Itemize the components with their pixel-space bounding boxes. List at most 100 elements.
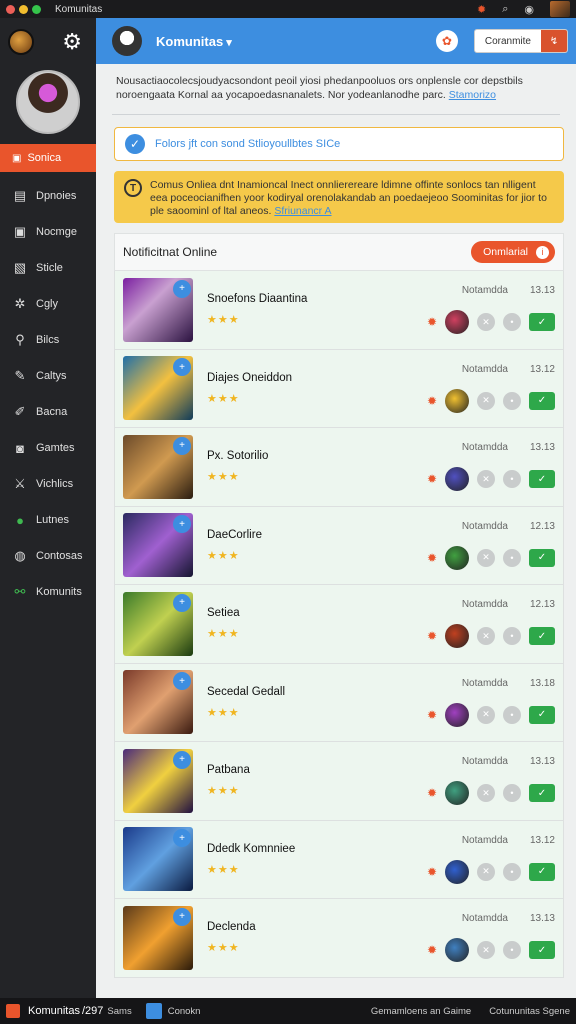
game-name[interactable]: Ddedk Komnniee <box>207 843 427 855</box>
taskbar-status-2[interactable]: Cotununitas Sgene <box>489 1006 570 1017</box>
gear-icon[interactable]: ⚙ <box>62 29 82 55</box>
more-button[interactable]: • <box>503 941 521 960</box>
mute-button[interactable]: ✕ <box>477 391 495 410</box>
player-avatar[interactable] <box>445 388 469 413</box>
maximize-window-button[interactable] <box>32 4 41 14</box>
minimize-window-button[interactable] <box>19 4 28 14</box>
close-window-button[interactable] <box>6 4 15 14</box>
game-name[interactable]: Px. Sotorilio <box>207 450 427 462</box>
sidebar-item-6[interactable]: ✎ Caltys <box>0 358 96 394</box>
game-thumbnail[interactable]: + <box>123 670 193 735</box>
notification-icon[interactable]: ✿ <box>435 30 458 52</box>
sidebar-item-11[interactable]: ◍ Contosas <box>0 538 96 574</box>
online-button[interactable]: Onmlarial i <box>471 241 555 263</box>
game-row[interactable]: + Secedal Gedall ★★★ Notamdda 13.18 ✹ ✕ … <box>114 663 564 742</box>
more-button[interactable]: • <box>503 548 521 567</box>
taskbar-app-label[interactable]: Komunitas <box>28 1005 80 1017</box>
search-icon[interactable]: ⌕ <box>502 3 508 16</box>
game-thumbnail[interactable]: + <box>123 591 193 656</box>
accept-button[interactable]: ✓ <box>529 862 555 881</box>
sidebar-item-2[interactable]: ▣ Nocmge <box>0 214 96 250</box>
sidebar-item-3[interactable]: ▧ Sticle <box>0 250 96 286</box>
game-thumbnail[interactable]: + <box>123 513 193 578</box>
accept-button[interactable]: ✓ <box>529 941 555 960</box>
community-avatar[interactable] <box>112 26 142 56</box>
game-name[interactable]: Snoefons Diaantina <box>207 293 427 305</box>
player-avatar[interactable] <box>445 467 469 492</box>
player-avatar[interactable] <box>445 702 469 727</box>
action-buttons: ✹ ✕ • ✓ <box>427 545 555 570</box>
more-button[interactable]: • <box>503 862 521 881</box>
taskbar-app-icon[interactable] <box>145 1003 162 1019</box>
game-row[interactable]: + Diajes Oneiddon ★★★ Notamdda 13.12 ✹ ✕… <box>114 349 564 428</box>
game-row[interactable]: + Snoefons Diaantina ★★★ Notamdda 13.13 … <box>114 271 564 350</box>
game-row[interactable]: + Px. Sotorilio ★★★ Notamdda 13.13 ✹ ✕ •… <box>114 428 564 507</box>
game-row[interactable]: + Declenda ★★★ Notamdda 13.13 ✹ ✕ • ✓ <box>114 899 564 978</box>
start-icon[interactable] <box>6 1004 20 1018</box>
game-thumbnail[interactable]: + <box>123 356 193 421</box>
sidebar-item-5[interactable]: ⚲ Bilcs <box>0 322 96 358</box>
player-avatar[interactable] <box>445 545 469 570</box>
taskbar-status-1[interactable]: Gemamloens an Gaime <box>371 1006 471 1017</box>
player-avatar[interactable] <box>445 781 469 806</box>
mute-button[interactable]: ✕ <box>477 627 495 646</box>
more-button[interactable]: • <box>503 391 521 410</box>
flame-icon[interactable]: ✹ <box>477 3 486 16</box>
game-row[interactable]: + Setiea ★★★ Notamdda 12.13 ✹ ✕ • ✓ <box>114 585 564 664</box>
player-avatar[interactable] <box>445 310 469 335</box>
sidebar-item-8[interactable]: ◙ Gamtes <box>0 430 96 466</box>
game-row[interactable]: + Patbana ★★★ Notamdda 13.13 ✹ ✕ • ✓ <box>114 742 564 821</box>
sidebar-item-12[interactable]: ⚯ Komunits <box>0 574 96 610</box>
more-button[interactable]: • <box>503 784 521 803</box>
mute-button[interactable]: ✕ <box>477 784 495 803</box>
game-thumbnail[interactable]: + <box>123 748 193 813</box>
game-name[interactable]: DaeCorlire <box>207 529 427 541</box>
accept-button[interactable]: ✓ <box>529 627 555 646</box>
notice-link[interactable]: Stamorizo <box>449 89 496 101</box>
mute-button[interactable]: ✕ <box>477 705 495 724</box>
game-thumbnail[interactable]: + <box>123 905 193 970</box>
sidebar-item-10[interactable]: ● Lutnes <box>0 502 96 538</box>
accept-button[interactable]: ✓ <box>529 784 555 803</box>
sidebar-item-9[interactable]: ⚔ Vichlics <box>0 466 96 502</box>
game-row[interactable]: + DaeCorlire ★★★ Notamdda 12.13 ✹ ✕ • ✓ <box>114 506 564 585</box>
mute-button[interactable]: ✕ <box>477 862 495 881</box>
more-button[interactable]: • <box>503 470 521 489</box>
player-avatar[interactable] <box>445 859 469 884</box>
player-avatar[interactable] <box>445 938 469 963</box>
accept-button[interactable]: ✓ <box>529 470 555 489</box>
mute-button[interactable]: ✕ <box>477 941 495 960</box>
sidebar-item-1[interactable]: ▤ Dpnoies <box>0 178 96 214</box>
more-button[interactable]: • <box>503 627 521 646</box>
game-name[interactable]: Patbana <box>207 764 427 776</box>
mute-button[interactable]: ✕ <box>477 548 495 567</box>
taskbar-item-label[interactable]: Conokn <box>168 1006 201 1017</box>
account-icon[interactable]: ◉ <box>524 3 534 16</box>
sidebar-item-4[interactable]: ✲ Cgly <box>0 286 96 322</box>
more-button[interactable]: • <box>503 705 521 724</box>
profile-avatar[interactable] <box>16 70 80 134</box>
more-button[interactable]: • <box>503 313 521 332</box>
game-row[interactable]: + Ddedk Komnniee ★★★ Notamdda 13.12 ✹ ✕ … <box>114 820 564 899</box>
app-logo[interactable] <box>8 29 34 55</box>
warning-banner-link[interactable]: Sfriunancr A <box>274 205 331 217</box>
game-thumbnail[interactable]: + <box>123 434 193 499</box>
sidebar-item-7[interactable]: ✐ Bacna <box>0 394 96 430</box>
mute-button[interactable]: ✕ <box>477 470 495 489</box>
mute-button[interactable]: ✕ <box>477 313 495 332</box>
game-thumbnail[interactable]: + <box>123 277 193 342</box>
game-name[interactable]: Declenda <box>207 921 427 933</box>
sidebar-item-active[interactable]: ▣ Sonica <box>0 144 104 172</box>
user-avatar[interactable] <box>550 1 570 17</box>
game-name[interactable]: Diajes Oneiddon <box>207 372 427 384</box>
game-name[interactable]: Secedal Gedall <box>207 686 427 698</box>
game-thumbnail[interactable]: + <box>123 827 193 892</box>
player-avatar[interactable] <box>445 624 469 649</box>
accept-button[interactable]: ✓ <box>529 391 555 410</box>
accept-button[interactable]: ✓ <box>529 313 555 332</box>
accept-button[interactable]: ✓ <box>529 705 555 724</box>
community-button[interactable]: Coranmite ↯ <box>473 29 568 53</box>
game-name[interactable]: Setiea <box>207 607 427 619</box>
community-selector[interactable]: Komunitas <box>156 34 232 49</box>
accept-button[interactable]: ✓ <box>529 548 555 567</box>
